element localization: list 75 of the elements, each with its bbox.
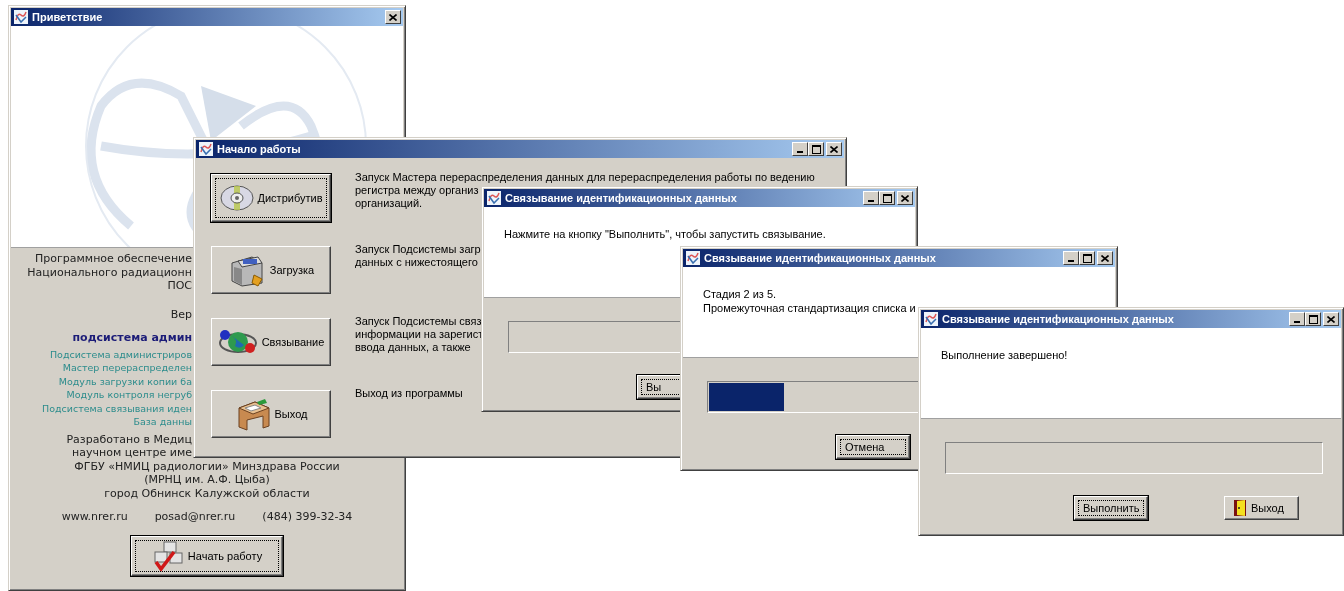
version-text: Вер bbox=[170, 307, 192, 321]
email-text: posad@nrer.ru bbox=[154, 510, 236, 523]
message-text: Стадия 2 из 5. bbox=[703, 287, 777, 301]
about-text: Национального радиационн bbox=[27, 265, 192, 279]
maximize-icon bbox=[1082, 253, 1092, 263]
window-title: Приветствие bbox=[32, 11, 104, 23]
maximize-button[interactable] bbox=[808, 142, 824, 156]
close-icon bbox=[1327, 315, 1335, 323]
close-button[interactable] bbox=[1323, 312, 1339, 326]
about-text: ПОС bbox=[167, 279, 192, 293]
description-line: организаций. bbox=[355, 197, 423, 210]
window-title: Начало работы bbox=[217, 143, 302, 155]
dialog-button[interactable]: Выполнить bbox=[1074, 496, 1148, 520]
close-icon bbox=[1101, 254, 1109, 262]
close-button[interactable] bbox=[385, 10, 401, 24]
credit-text: город Обнинск Калужской области bbox=[104, 486, 310, 500]
minimize-button[interactable] bbox=[863, 191, 879, 205]
component-name: Модуль контроля негруб bbox=[66, 388, 192, 402]
description-line: данных с нижестоящего bbox=[355, 256, 478, 269]
component-name: Мастер перераспределен bbox=[62, 361, 192, 375]
credit-text: (МРНЦ им. А.Ф. Цыба) bbox=[144, 473, 270, 487]
credit-text: ФГБУ «НМИЦ радиологии» Минздрава России bbox=[74, 459, 340, 473]
component-name: База данны bbox=[133, 415, 192, 429]
door-icon bbox=[1233, 499, 1247, 517]
app-icon bbox=[923, 311, 939, 327]
maximize-icon bbox=[882, 193, 892, 203]
component-name: Подсистема связывания иден bbox=[42, 401, 192, 415]
linking-button[interactable]: Связывание bbox=[211, 318, 331, 366]
close-button[interactable] bbox=[897, 191, 913, 205]
minimize-button[interactable] bbox=[1289, 312, 1305, 326]
close-icon bbox=[901, 194, 909, 202]
minimize-button[interactable] bbox=[792, 142, 808, 156]
website-text: www.nrer.ru bbox=[61, 510, 128, 523]
window-title: Связывание идентификационных данных bbox=[942, 313, 1175, 325]
maximize-icon bbox=[811, 144, 821, 154]
credit-text: Разработано в Медиц bbox=[66, 432, 192, 446]
app-icon bbox=[13, 9, 29, 25]
maximize-icon bbox=[1308, 314, 1318, 324]
minimize-button[interactable] bbox=[1063, 251, 1079, 265]
maximize-button[interactable] bbox=[1305, 312, 1321, 326]
keys-icon bbox=[151, 540, 184, 572]
description-line: Запуск Подсистемы связ bbox=[355, 315, 482, 328]
dialog-button[interactable]: Отмена bbox=[836, 435, 910, 459]
about-text: Программное обеспечение bbox=[35, 252, 192, 266]
exit-button[interactable]: Выход bbox=[1224, 496, 1299, 520]
window-title: Связывание идентификационных данных bbox=[704, 252, 937, 264]
subsystem-heading: подсистема админ bbox=[72, 331, 192, 345]
message-text: Нажмите на кнопку "Выполнить", чтобы запустить связывание. bbox=[504, 227, 826, 241]
app-icon bbox=[685, 250, 701, 266]
description-line: Выход из программы bbox=[355, 387, 463, 400]
window-title: Связывание идентификационных данных bbox=[505, 192, 738, 204]
exit-button[interactable]: Выход bbox=[211, 390, 331, 438]
message-text: Выполнение завершено! bbox=[941, 348, 1068, 362]
start-button[interactable]: Начать работу bbox=[131, 536, 283, 576]
description-line: ввода данных, а также bbox=[355, 341, 471, 354]
description-line: регистра между организ bbox=[355, 184, 479, 197]
close-button[interactable] bbox=[826, 142, 842, 156]
load-button[interactable]: Загрузка bbox=[211, 246, 331, 294]
component-name: Модуль загрузки копии ба bbox=[58, 374, 192, 388]
app-icon bbox=[198, 141, 214, 157]
maximize-button[interactable] bbox=[1079, 251, 1095, 265]
description-line: Запуск Мастера перераспределения данных для перераспределения работы по ведению bbox=[355, 171, 815, 184]
close-icon bbox=[389, 13, 397, 21]
maximize-button[interactable] bbox=[879, 191, 895, 205]
disc-icon bbox=[219, 185, 254, 211]
distribution-button[interactable]: Дистрибутив bbox=[211, 174, 331, 222]
description-line: Запуск Подсистемы загр bbox=[355, 243, 481, 256]
close-icon bbox=[830, 145, 838, 153]
credit-text: научном центре име bbox=[72, 446, 192, 460]
close-button[interactable] bbox=[1097, 251, 1113, 265]
message-text: Промежуточная стандартизация списка и bbox=[703, 301, 916, 315]
description-line: информации на зарегист bbox=[355, 328, 484, 341]
app-icon bbox=[486, 190, 502, 206]
component-name: Подсистема администриров bbox=[49, 347, 192, 361]
phone-text: (484) 399-32-34 bbox=[262, 510, 353, 523]
